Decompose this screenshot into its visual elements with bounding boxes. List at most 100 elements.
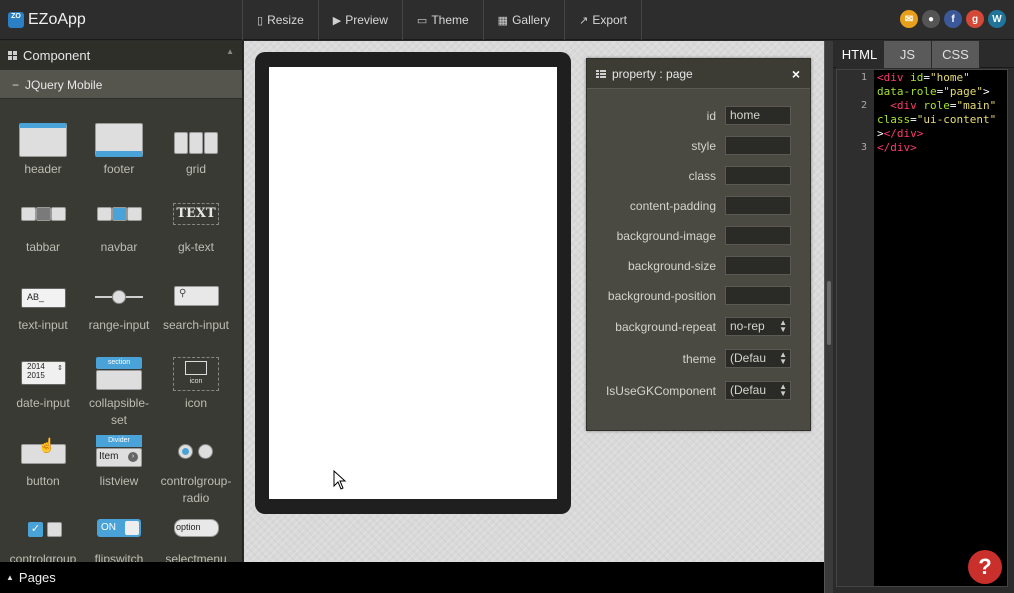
resize-button[interactable]: ▯ Resize: [243, 0, 319, 40]
component-controlgroup[interactable]: ✓ controlgroup: [5, 513, 81, 562]
component-collapsible-set[interactable]: section collapsible-set: [81, 357, 157, 429]
code-line: ></div>: [877, 127, 924, 140]
code-panel: HTML JS CSS 1 2 3 <div id="home" data-ro…: [833, 41, 1014, 593]
listview-icon: Divider Item ›: [95, 435, 143, 469]
theme-button[interactable]: ▭ Theme: [403, 0, 484, 40]
export-label: Export: [592, 13, 627, 27]
mouse-cursor-icon: [333, 470, 347, 490]
component-label: button: [26, 474, 60, 488]
prop-label: background-size: [627, 259, 716, 273]
background-position-field[interactable]: [725, 286, 791, 305]
property-panel-header[interactable]: property : page ×: [587, 59, 810, 89]
image-icon: icon: [172, 357, 220, 391]
component-selectmenu[interactable]: option selectmenu: [158, 513, 234, 562]
grid-icon: [172, 123, 220, 157]
code-line: <div id="home": [877, 71, 970, 84]
component-range-input[interactable]: range-input: [81, 279, 157, 334]
component-label: tabbar: [25, 240, 61, 254]
theme-select[interactable]: (Defau ▲ ▼: [725, 349, 791, 368]
tab-html[interactable]: HTML: [836, 41, 884, 68]
close-icon[interactable]: ×: [792, 66, 800, 82]
preview-button[interactable]: ▶ Preview: [319, 0, 403, 40]
navbar-icon: [95, 201, 143, 235]
mail-icon[interactable]: ✉: [900, 10, 918, 28]
splitter-grip[interactable]: [827, 281, 831, 345]
component-search-input[interactable]: ⚲ search-input: [158, 279, 234, 334]
prop-row-background-size: background-size: [587, 256, 812, 276]
component-listview[interactable]: Divider Item › listview: [81, 435, 157, 490]
component-controlgroup-radio[interactable]: controlgroup-radio: [158, 435, 234, 507]
pages-label: Pages: [18, 570, 56, 585]
tab-css[interactable]: CSS: [932, 41, 980, 68]
footer-icon: [95, 123, 143, 157]
app-window: ZO EZoApp ▯ Resize ▶ Preview ▭ Theme ▦ G…: [0, 0, 1014, 593]
component-label: gk-text: [177, 240, 214, 254]
component-label: selectmenu: [165, 552, 227, 562]
gallery-label: Gallery: [512, 13, 551, 27]
page-preview[interactable]: [269, 67, 557, 499]
content-padding-field[interactable]: [725, 196, 791, 215]
search-input-icon: ⚲: [172, 279, 220, 313]
component-gk-text[interactable]: TEXT gk-text: [158, 201, 234, 256]
social-links: ✉ ● f g W: [900, 10, 1006, 28]
class-field[interactable]: [725, 166, 791, 185]
prop-row-class: class: [587, 166, 812, 186]
component-label: collapsible-set: [88, 396, 150, 427]
select-arrows-icon: ▲ ▼: [779, 382, 787, 398]
component-navbar[interactable]: navbar: [81, 201, 157, 256]
component-grid-item[interactable]: grid: [158, 123, 234, 178]
component-label: grid: [185, 162, 206, 176]
section-jquery-mobile[interactable]: − JQuery Mobile: [0, 71, 242, 99]
component-label: range-input: [88, 318, 150, 332]
component-date-input[interactable]: 2014 2015 ⇕ date-input: [5, 357, 81, 412]
prop-label: IsUseGKComponent: [605, 384, 716, 398]
code-editor[interactable]: 1 2 3 <div id="home" data-role="page"> <…: [836, 69, 1008, 587]
prop-row-id: id home: [587, 106, 812, 126]
prop-row-style: style: [587, 136, 812, 156]
pages-bar[interactable]: ▲ Pages: [0, 562, 826, 593]
select-value: (Defau: [730, 383, 767, 397]
resize-label: Resize: [267, 13, 304, 27]
tab-js[interactable]: JS: [884, 41, 932, 68]
code-line: class="ui-content": [877, 113, 997, 126]
caret-up-icon[interactable]: ▲: [226, 47, 234, 56]
device-frame: [255, 52, 571, 514]
logo-icon: ZO: [8, 12, 24, 28]
panel-splitter[interactable]: [824, 41, 833, 593]
prop-label: style: [691, 139, 716, 153]
component-flipswitch[interactable]: ON flipswitch: [81, 513, 157, 562]
gallery-icon: ▦: [497, 14, 509, 27]
prop-label: content-padding: [629, 199, 716, 213]
component-footer[interactable]: footer: [81, 123, 157, 178]
brand[interactable]: ZO EZoApp: [0, 0, 243, 40]
expand-up-icon: ▲: [6, 573, 14, 582]
grid-menu-icon: [8, 51, 17, 60]
component-tabbar[interactable]: tabbar: [5, 201, 81, 256]
component-label: navbar: [100, 240, 138, 254]
component-panel-header[interactable]: Component ▲: [0, 41, 242, 71]
line-number: 2: [860, 100, 867, 111]
code-line: data-role="page">: [877, 85, 990, 98]
background-repeat-select[interactable]: no-rep ▲ ▼: [725, 317, 791, 336]
component-button[interactable]: ☝ button: [5, 435, 81, 490]
help-button[interactable]: ?: [968, 550, 1002, 584]
radio-icon: [172, 435, 220, 469]
selectmenu-icon: option: [172, 513, 220, 547]
style-field[interactable]: [725, 136, 791, 155]
component-header[interactable]: header: [5, 123, 81, 178]
export-button[interactable]: ↗ Export: [565, 0, 642, 40]
prop-row-background-position: background-position: [587, 286, 812, 306]
component-text-input[interactable]: AB_ text-input: [5, 279, 81, 334]
id-field[interactable]: home: [725, 106, 791, 125]
prop-row-content-padding: content-padding: [587, 196, 812, 216]
google-plus-icon[interactable]: g: [966, 10, 984, 28]
github-icon[interactable]: ●: [922, 10, 940, 28]
gallery-button[interactable]: ▦ Gallery: [484, 0, 566, 40]
background-size-field[interactable]: [725, 256, 791, 275]
wordpress-icon[interactable]: W: [988, 10, 1006, 28]
component-icon[interactable]: icon icon: [158, 357, 234, 412]
background-image-field[interactable]: [725, 226, 791, 245]
design-canvas: property : page × id home style class co…: [244, 41, 824, 562]
facebook-icon[interactable]: f: [944, 10, 962, 28]
isusegkcomponent-select[interactable]: (Defau ▲ ▼: [725, 381, 791, 400]
